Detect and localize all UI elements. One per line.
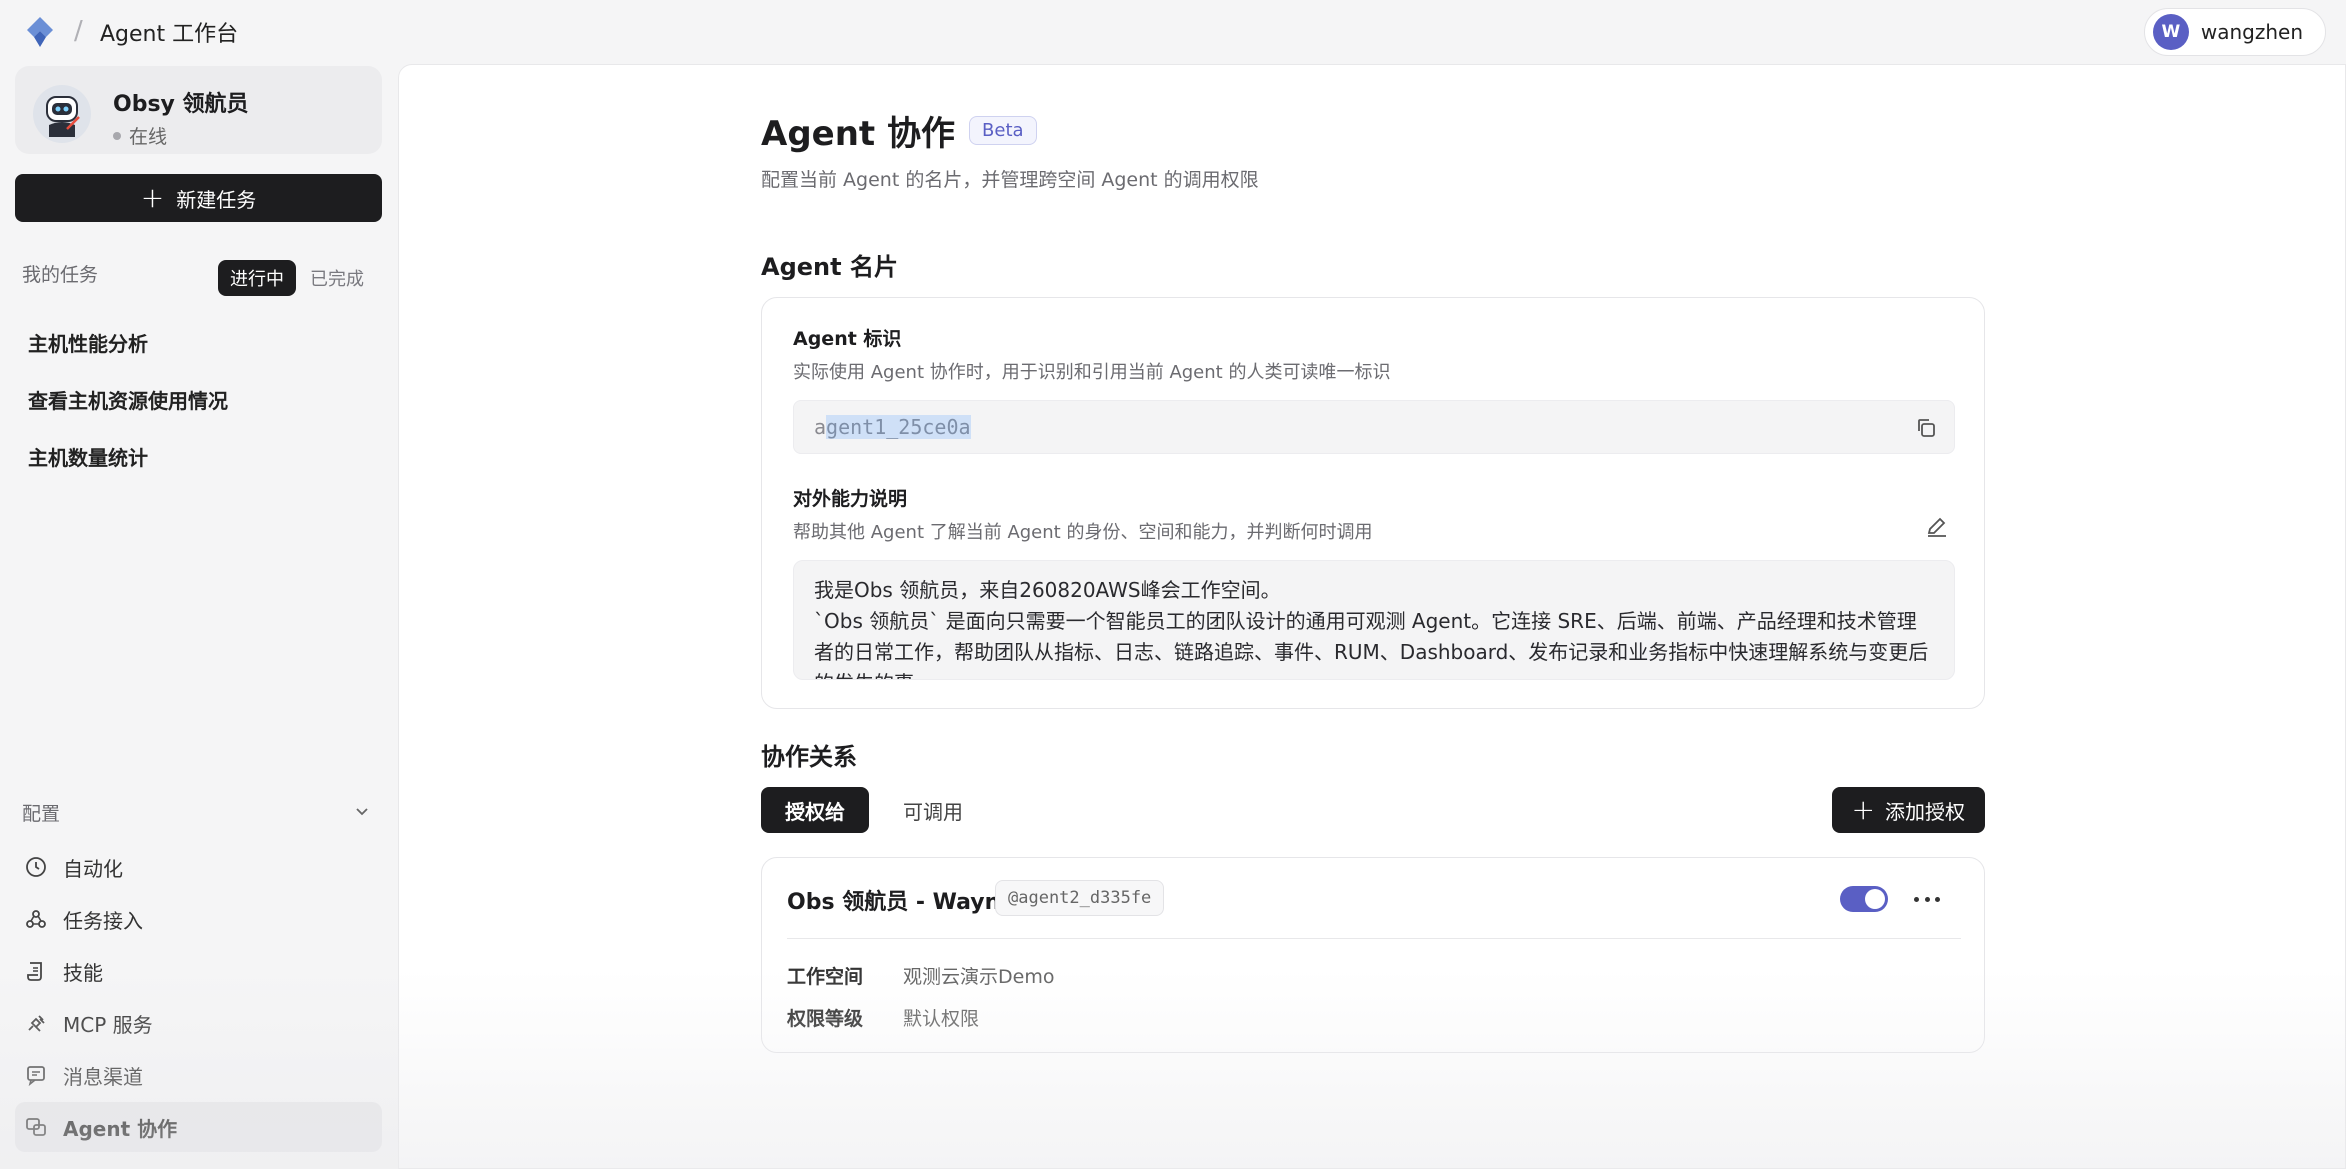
sidebar-item-label: 技能 <box>63 960 103 985</box>
main-content: Agent 协作 Beta 配置当前 Agent 的名片，并管理跨空间 Agen… <box>761 105 1985 1053</box>
agent-status-text: 在线 <box>129 126 168 148</box>
clock-icon <box>25 856 47 878</box>
add-authorization-label: 添加授权 <box>1885 799 1965 824</box>
agent-id-title: Agent 标识 <box>793 328 902 350</box>
permission-label: 权限等级 <box>787 1008 864 1030</box>
webhook-icon <box>25 908 47 930</box>
more-options-icon[interactable] <box>1914 886 1940 912</box>
task-filter: 进行中 已完成 <box>218 260 376 296</box>
agent-id-field[interactable]: agent1_25ce0a <box>793 400 1955 454</box>
sidebar: Obsy 领航员 在线 + 新建任务 我的任务 进行中 已完成 主机性能分析 查… <box>0 64 398 1169</box>
task-item[interactable]: 主机数量统计 <box>28 428 368 485</box>
agent-id-value-prefix: a <box>814 415 827 439</box>
agent-card-section-title: Agent 名片 <box>761 253 898 281</box>
capability-title: 对外能力说明 <box>793 488 908 510</box>
collab-section-title: 协作关系 <box>761 743 857 771</box>
my-tasks-header: 我的任务 <box>22 264 99 286</box>
sidebar-item-task-intake[interactable]: 任务接入 <box>15 894 382 944</box>
sidebar-item-channels[interactable]: 消息渠道 <box>15 1050 382 1100</box>
permission-value: 默认权限 <box>903 1008 980 1030</box>
relation-enabled-toggle[interactable] <box>1840 886 1888 912</box>
tab-callable[interactable]: 可调用 <box>879 787 987 833</box>
relation-card: Obs 领航员 - Wayne @agent2_d335fe 工作空间 观测云演… <box>761 857 1985 1053</box>
config-nav: 自动化 任务接入 技能 MCP 服务 消息渠道 Agent 协作 <box>15 842 382 1154</box>
capability-text-box[interactable]: 我是Obs 领航员，来自260820AWS峰会工作空间。 `Obs 领航员` 是… <box>793 560 1955 680</box>
config-section-toggle[interactable]: 配置 <box>22 794 372 830</box>
new-task-button[interactable]: + 新建任务 <box>15 174 382 222</box>
page-header: Agent 协作 Beta <box>761 105 1985 155</box>
user-name: wangzhen <box>2200 20 2303 44</box>
agent-id-value[interactable]: agent1_25ce0a <box>814 415 971 439</box>
sidebar-item-agent-collab[interactable]: Agent 协作 <box>15 1102 382 1152</box>
agent-card-panel: Agent 标识 实际使用 Agent 协作时，用于识别和引用当前 Agent … <box>761 297 1985 709</box>
agent-id-desc: 实际使用 Agent 协作时，用于识别和引用当前 Agent 的人类可读唯一标识 <box>793 362 1391 383</box>
add-authorization-button[interactable]: + 添加授权 <box>1831 787 1985 833</box>
scroll-icon <box>25 960 47 982</box>
divider <box>787 938 1961 939</box>
sidebar-item-label: 任务接入 <box>63 908 143 933</box>
sidebar-item-label: 自动化 <box>63 856 123 881</box>
relation-agent-name: Obs 领航员 - Wayne <box>787 890 1016 915</box>
plug-icon <box>25 1012 47 1034</box>
tab-authorized-to[interactable]: 授权给 <box>761 787 869 833</box>
user-avatar: W <box>2152 14 2189 50</box>
collab-tabs: 授权给 可调用 <box>761 787 987 833</box>
agent-id-value-selected: gent1_25ce0a <box>826 415 971 439</box>
collab-icon <box>25 1116 47 1138</box>
capability-desc: 帮助其他 Agent 了解当前 Agent 的身份、空间和能力，并判断何时调用 <box>793 522 1373 543</box>
page-title: Agent 协作 <box>761 113 956 154</box>
config-header-label: 配置 <box>22 802 61 825</box>
capability-text-line: 我是Obs 领航员，来自260820AWS峰会工作空间。 <box>814 578 1281 602</box>
app-logo-icon[interactable] <box>22 14 58 50</box>
relation-agent-handle: @agent2_d335fe <box>995 880 1165 916</box>
new-task-label: 新建任务 <box>176 187 257 212</box>
workspace-value: 观测云演示Demo <box>903 966 1055 988</box>
status-dot-icon <box>113 131 121 140</box>
beta-badge: Beta <box>969 115 1037 145</box>
sidebar-item-skills[interactable]: 技能 <box>15 946 382 996</box>
sidebar-item-label: MCP 服务 <box>63 1012 153 1037</box>
sidebar-item-label: Agent 协作 <box>63 1116 178 1141</box>
user-menu[interactable]: W wangzhen <box>2143 8 2326 56</box>
edit-pencil-icon[interactable] <box>1924 514 1950 540</box>
page-subtitle: 配置当前 Agent 的名片，并管理跨空间 Agent 的调用权限 <box>761 169 1259 191</box>
copy-icon[interactable] <box>1914 416 1938 440</box>
task-list: 主机性能分析 查看主机资源使用情况 主机数量统计 <box>28 314 368 485</box>
workspace-label: 工作空间 <box>787 966 864 988</box>
breadcrumb-separator: / <box>74 16 83 46</box>
agent-avatar <box>33 85 91 143</box>
chevron-down-icon <box>356 808 368 816</box>
task-item[interactable]: 查看主机资源使用情况 <box>28 371 368 428</box>
agent-name: Obsy 领航员 <box>113 92 249 117</box>
task-item[interactable]: 主机性能分析 <box>28 314 368 371</box>
top-bar: / Agent 工作台 W wangzhen <box>0 0 2346 64</box>
sidebar-item-label: 消息渠道 <box>63 1064 143 1089</box>
plus-icon: + <box>1851 793 1875 826</box>
capability-text-line: `Obs 领航员` 是面向只需要一个智能员工的团队设计的通用可观测 Agent。… <box>814 609 1929 679</box>
message-icon <box>25 1064 47 1086</box>
sidebar-item-automation[interactable]: 自动化 <box>15 842 382 892</box>
main-panel: Agent 协作 Beta 配置当前 Agent 的名片，并管理跨空间 Agen… <box>398 64 2346 1169</box>
toggle-knob <box>1865 889 1885 909</box>
agent-profile-card[interactable]: Obsy 领航员 在线 <box>15 66 382 154</box>
agent-status: 在线 <box>113 122 167 149</box>
robot-icon <box>46 96 80 137</box>
breadcrumb-app-title[interactable]: Agent 工作台 <box>100 16 238 48</box>
filter-completed[interactable]: 已完成 <box>298 260 376 296</box>
plus-icon: + <box>140 181 165 214</box>
sidebar-item-mcp[interactable]: MCP 服务 <box>15 998 382 1048</box>
filter-in-progress[interactable]: 进行中 <box>218 260 296 296</box>
